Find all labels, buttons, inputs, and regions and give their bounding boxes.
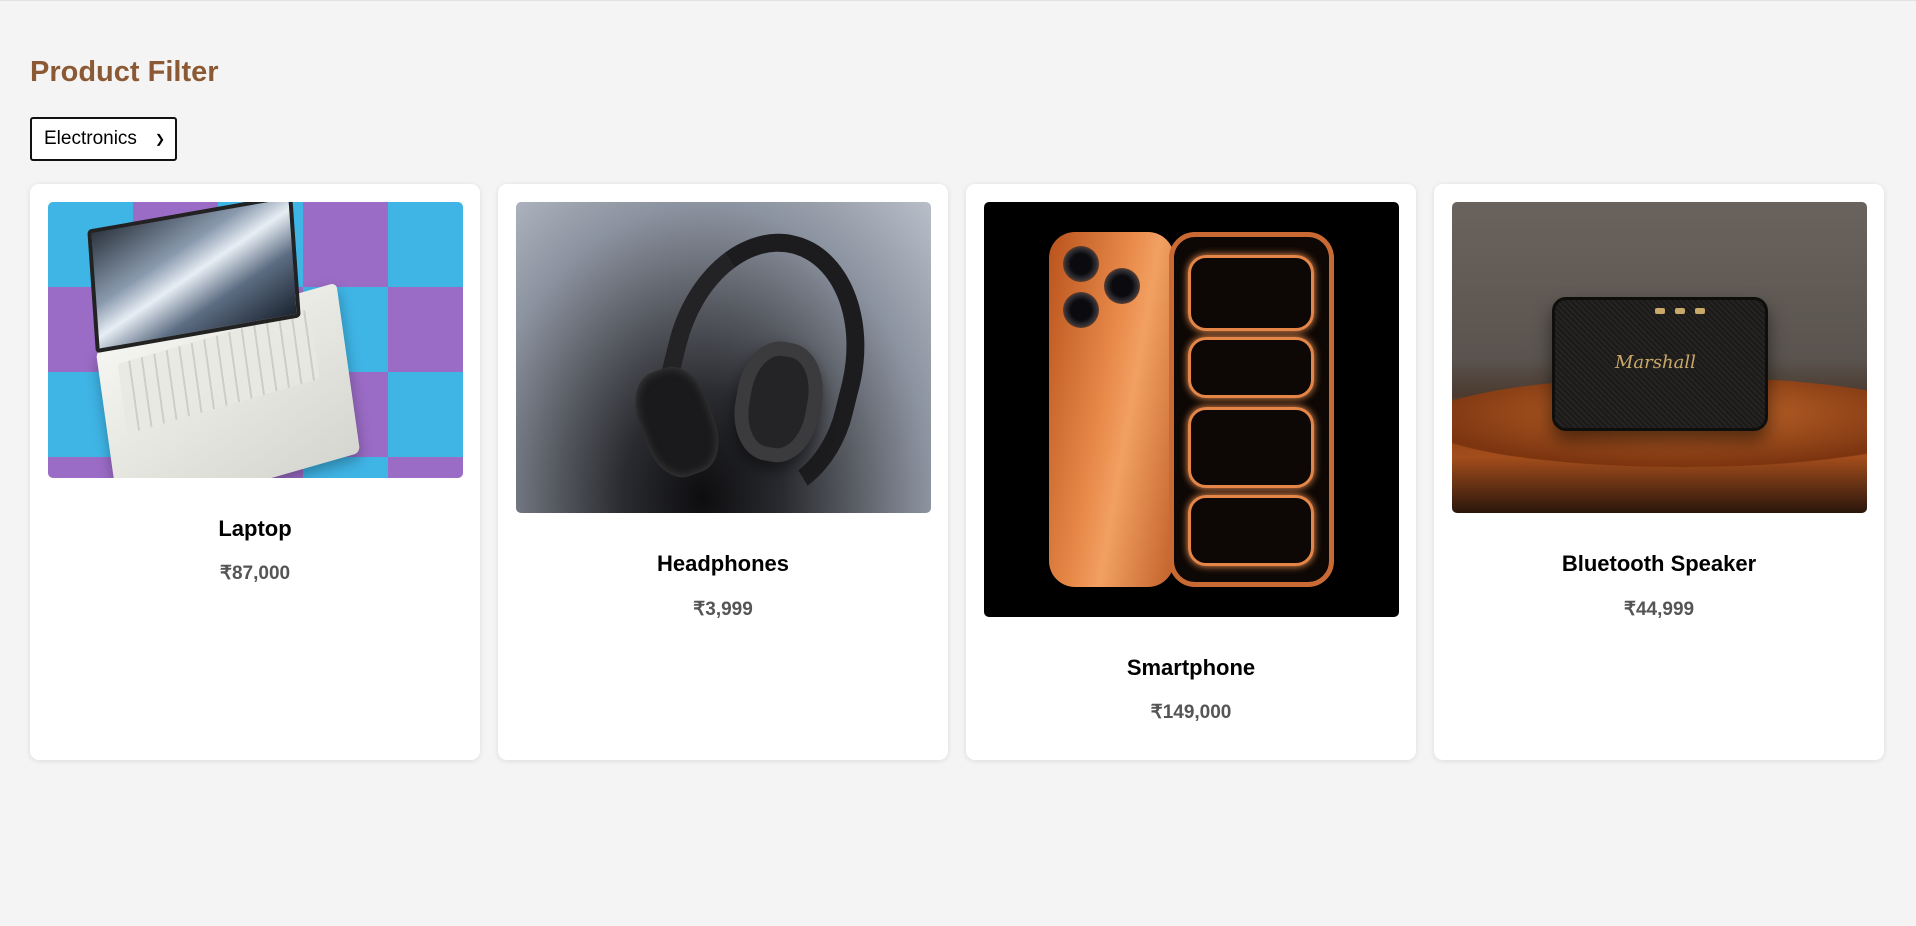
speaker-knob-shape — [1675, 308, 1685, 314]
camera-lens-shape — [1063, 292, 1099, 328]
speaker-body-shape: Marshall — [1552, 297, 1768, 431]
product-price: ₹44,999 — [1623, 599, 1695, 620]
phone-back-shape — [1049, 232, 1174, 587]
product-name: Headphones — [656, 551, 790, 576]
product-grid: Laptop ₹87,000 Headphones ₹3,999 Smartph… — [30, 184, 1884, 760]
chevron-down-icon: ❯ — [154, 132, 165, 146]
product-price: ₹149,000 — [1150, 702, 1232, 723]
product-card-bluetooth-speaker[interactable]: Marshall Bluetooth Speaker ₹44,999 — [1434, 184, 1884, 760]
laptop-image — [48, 202, 463, 478]
screen-glow-shape — [1188, 495, 1314, 566]
product-price: ₹3,999 — [693, 599, 753, 620]
speaker-knob-shape — [1695, 308, 1705, 314]
screen-glow-shape — [1188, 255, 1314, 331]
speaker-image: Marshall — [1452, 202, 1867, 513]
page-title: Product Filter — [30, 56, 219, 88]
product-name: Laptop — [218, 516, 292, 541]
smartphone-image — [984, 202, 1399, 617]
category-filter-select[interactable]: Electronics ❯ — [30, 117, 177, 161]
product-name: Smartphone — [1126, 655, 1256, 680]
speaker-brand-logo: Marshall — [1615, 352, 1696, 373]
category-filter-value: Electronics — [44, 128, 137, 149]
product-price: ₹87,000 — [219, 563, 291, 584]
product-card-headphones[interactable]: Headphones ₹3,999 — [498, 184, 948, 760]
screen-glow-shape — [1188, 337, 1314, 398]
product-card-laptop[interactable]: Laptop ₹87,000 — [30, 184, 480, 760]
headphones-image — [516, 202, 931, 513]
product-name: Bluetooth Speaker — [1561, 551, 1757, 576]
camera-lens-shape — [1104, 268, 1140, 304]
phone-screen-shape — [1169, 232, 1334, 587]
camera-lens-shape — [1063, 246, 1099, 282]
product-card-smartphone[interactable]: Smartphone ₹149,000 — [966, 184, 1416, 760]
speaker-knob-shape — [1655, 308, 1665, 314]
screen-glow-shape — [1188, 407, 1314, 488]
